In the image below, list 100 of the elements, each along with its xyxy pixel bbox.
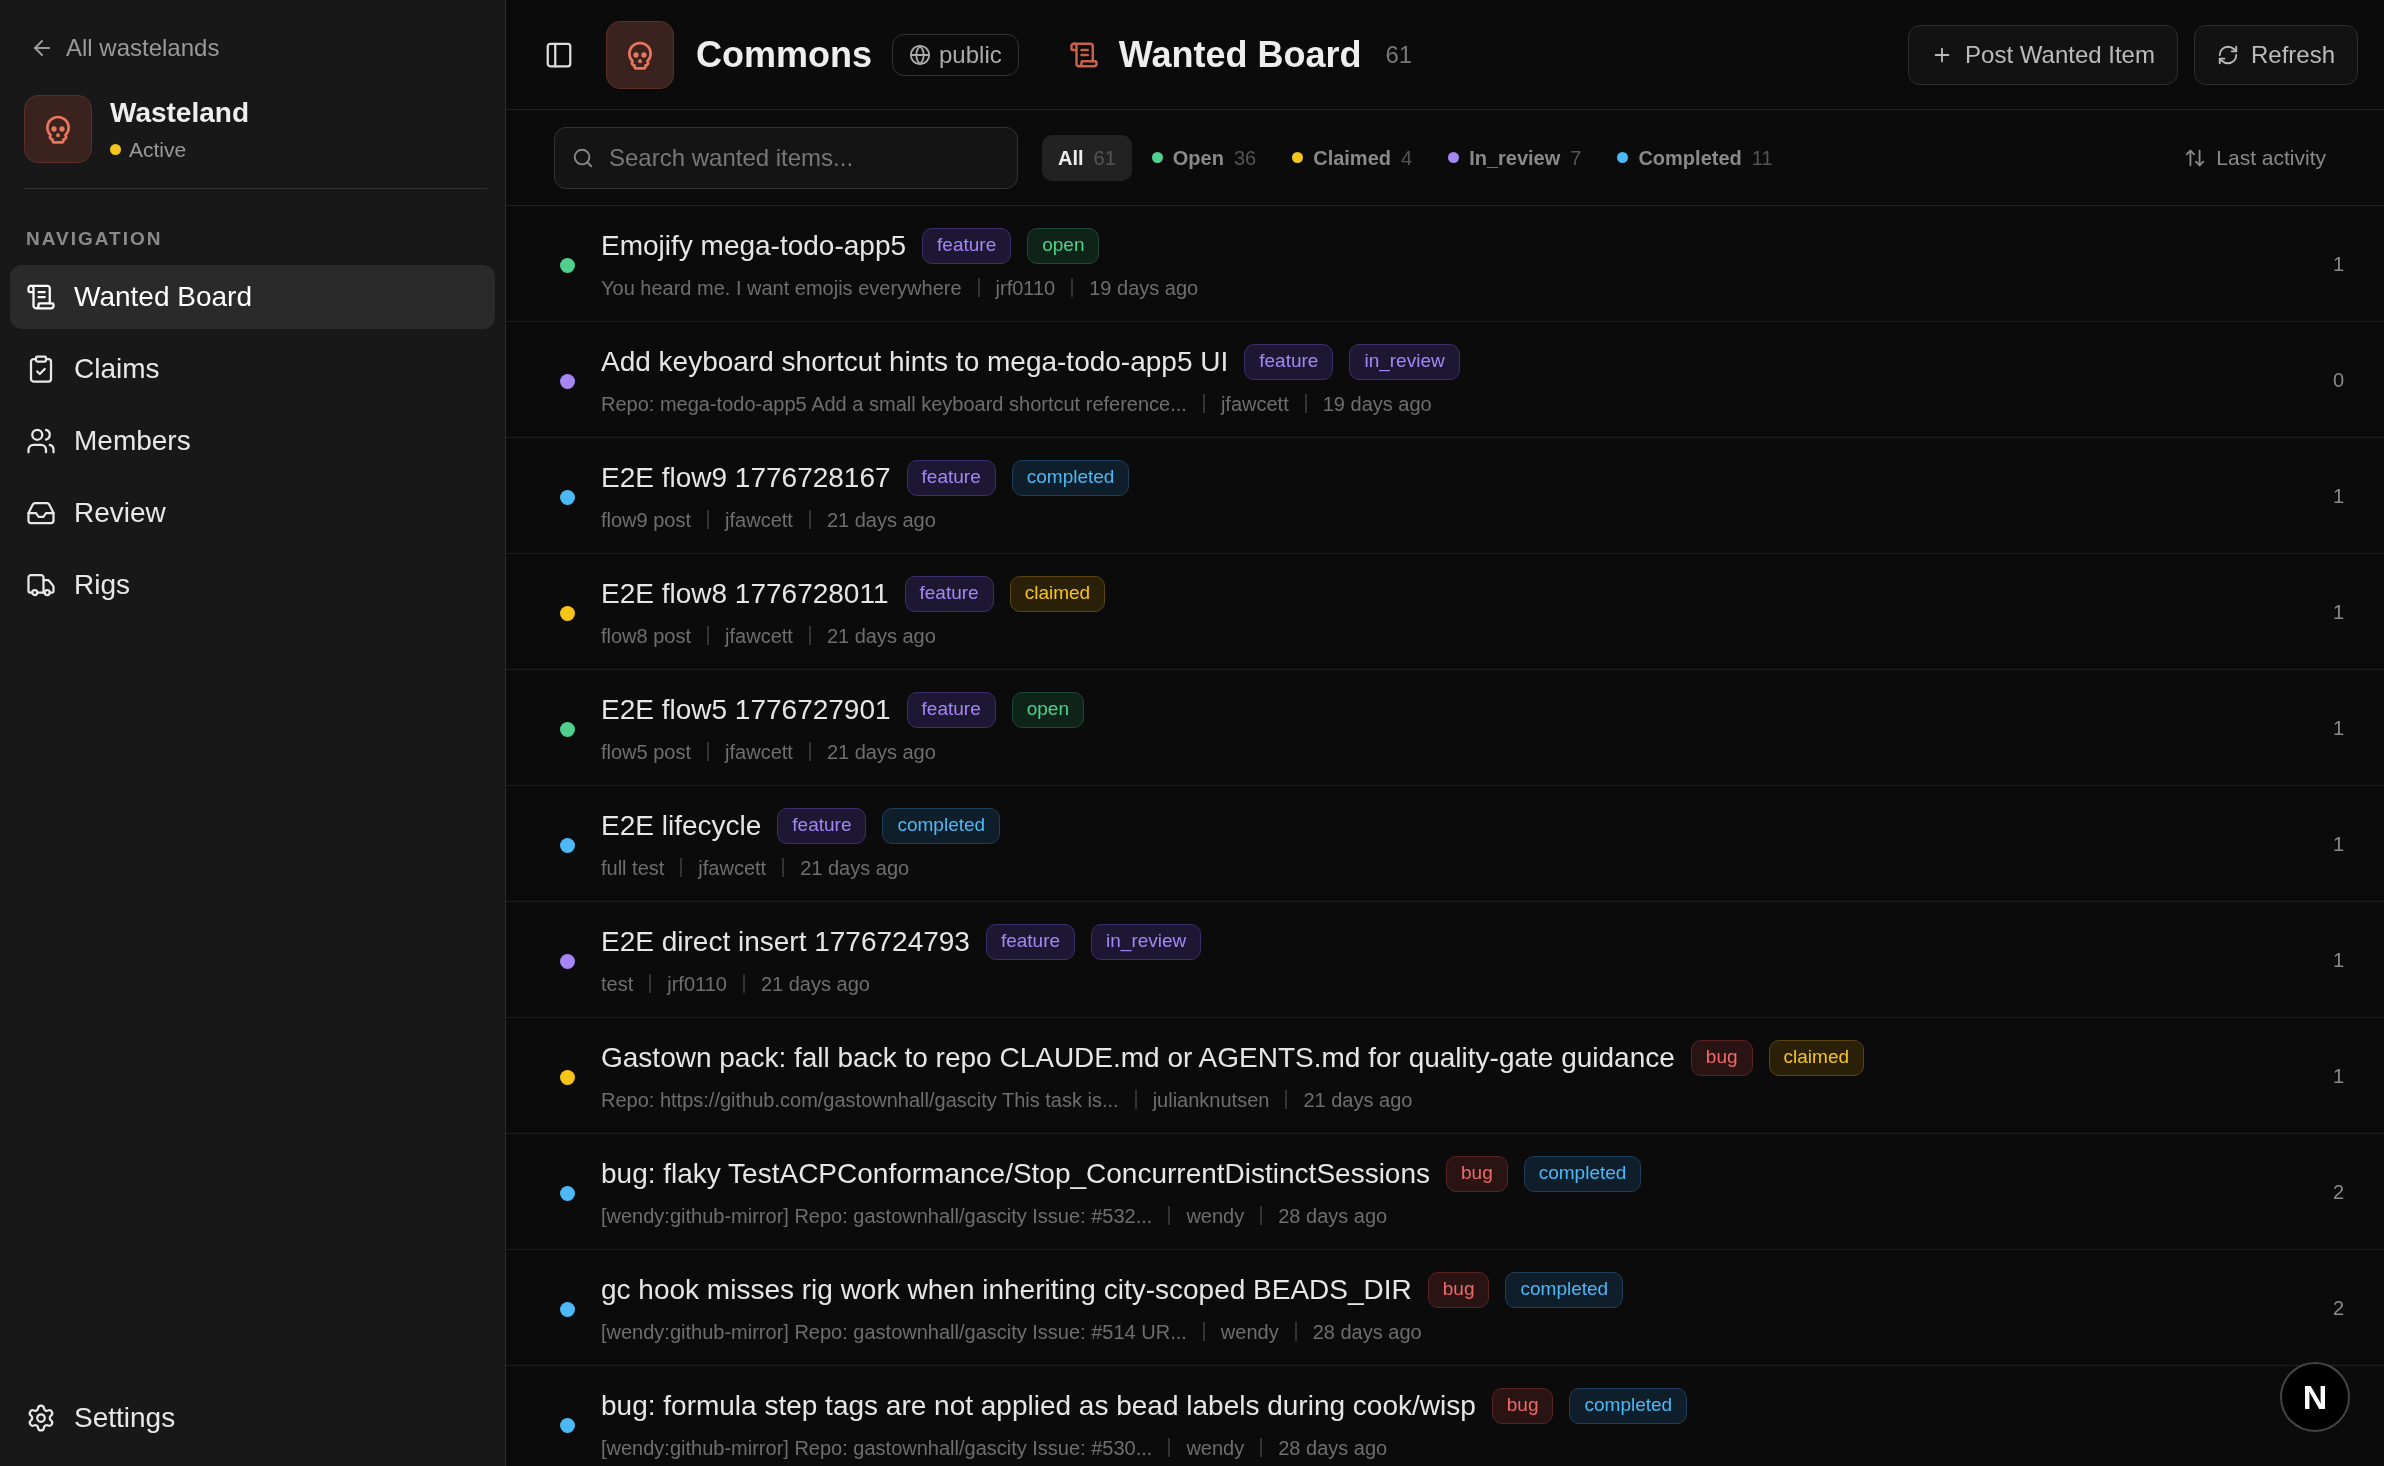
item-count: 2 xyxy=(2332,1179,2344,1205)
tag: feature xyxy=(922,227,1012,264)
settings-link[interactable]: Settings xyxy=(10,1388,495,1448)
item-time: 21 days ago xyxy=(1303,1087,1413,1113)
filter-tab[interactable]: Completed 11 xyxy=(1601,134,1789,181)
item-count: 1 xyxy=(2332,715,2344,741)
workspace-name: Wasteland xyxy=(110,96,249,130)
item-count: 1 xyxy=(2332,599,2344,625)
item-count: 1 xyxy=(2332,1063,2344,1089)
globe-icon xyxy=(909,43,931,66)
visibility-badge: public xyxy=(892,33,1019,76)
tag: feature xyxy=(985,923,1076,960)
item-count: 1 xyxy=(2332,831,2344,857)
item-author: jfawcett xyxy=(725,739,793,765)
tag: bug xyxy=(1427,1271,1490,1308)
tag: in_review xyxy=(1349,343,1460,380)
item-count: 0 xyxy=(2332,367,2344,393)
item-count: 61 xyxy=(1385,39,1413,70)
nav-item[interactable]: Review xyxy=(10,481,495,545)
item-author: jfawcett xyxy=(1220,391,1289,417)
workspace-status: Active xyxy=(129,137,187,163)
nav-item[interactable]: Members xyxy=(10,409,495,473)
sort-button[interactable]: Last activity xyxy=(2184,141,2326,174)
item-title[interactable]: E2E lifecycle xyxy=(601,804,762,847)
skull-logo-icon xyxy=(24,94,92,163)
tag: bug xyxy=(1690,1039,1753,1076)
refresh-button[interactable]: Refresh xyxy=(2193,24,2358,85)
item-description: flow5 post xyxy=(601,739,692,765)
item-author: wendy xyxy=(1220,1319,1279,1345)
section-label: NAVIGATION xyxy=(26,226,164,251)
filter-tab[interactable]: Open 36 xyxy=(1135,134,1273,181)
post-button[interactable]: Post Wanted Item xyxy=(1908,24,2178,85)
refresh-icon xyxy=(2216,43,2239,66)
item-count: 1 xyxy=(2332,483,2344,509)
item-description: Repo: https://github.com/gastownhall/gascity This task is... xyxy=(601,1087,1119,1113)
item-description: flow9 post xyxy=(601,507,692,533)
item-description: You heard me. I want emojis everywhere xyxy=(601,275,962,301)
page-title: Wanted Board xyxy=(1118,32,1362,77)
tag: completed xyxy=(1505,1271,1624,1308)
item-author: jfawcett xyxy=(698,855,767,881)
tag: feature xyxy=(906,459,996,496)
item-time: 21 days ago xyxy=(826,623,936,649)
item-time: 28 days ago xyxy=(1278,1203,1388,1229)
item-author: julianknutsen xyxy=(1152,1087,1270,1113)
tag: feature xyxy=(904,575,994,612)
nav-item[interactable]: Wanted Board xyxy=(10,265,495,329)
item-title[interactable]: Emojify mega-todo-app5 xyxy=(601,224,907,267)
item-time: 21 days ago xyxy=(826,507,936,533)
item-title[interactable]: bug: formula step tags are not applied as bead labels during cook/wisp xyxy=(601,1384,1476,1427)
item-count: 1 xyxy=(2332,251,2344,277)
floating-badge[interactable]: N xyxy=(2280,1362,2350,1432)
tag: feature xyxy=(906,691,996,728)
skull-logo-icon xyxy=(606,20,674,89)
item-title[interactable]: E2E flow9 1776728167 xyxy=(601,456,891,499)
nav-item[interactable]: Rigs xyxy=(10,553,495,617)
item-time: 19 days ago xyxy=(1322,391,1432,417)
item-title[interactable]: E2E flow5 1776727901 xyxy=(601,688,891,731)
item-author: wendy xyxy=(1186,1203,1245,1229)
tag: bug xyxy=(1446,1155,1508,1192)
item-description: [wendy:github-mirror] Repo: gastownhall/gascity Issue: #514 UR... xyxy=(601,1319,1187,1345)
tag: completed xyxy=(882,807,1001,844)
item-time: 28 days ago xyxy=(1278,1435,1388,1461)
tag: bug xyxy=(1491,1387,1554,1424)
item-title[interactable]: Add keyboard shortcut hints to mega-todo-app5 UI xyxy=(601,340,1229,383)
item-count: 1 xyxy=(2332,947,2344,973)
item-title[interactable]: bug: flaky TestACPConformance/Stop_ConcurrentDistinctSessions xyxy=(601,1152,1430,1195)
tag: completed xyxy=(1569,1387,1688,1424)
nav-item[interactable]: Claims xyxy=(10,337,495,401)
item-time: 21 days ago xyxy=(826,739,936,765)
tag: open xyxy=(1011,691,1084,728)
item-description: full test xyxy=(601,855,665,881)
item-author: jrf0110 xyxy=(667,971,727,997)
search-field[interactable]: Search wanted items... xyxy=(554,126,1018,189)
item-count: 2 xyxy=(2332,1295,2344,1321)
item-author: wendy xyxy=(1186,1435,1245,1461)
item-author: jfawcett xyxy=(725,507,793,533)
item-title[interactable]: E2E direct insert 1776724793 xyxy=(601,920,970,963)
tag: feature xyxy=(777,807,867,844)
back-link[interactable]: All wastelands xyxy=(30,30,495,66)
item-time: 21 days ago xyxy=(800,855,910,881)
item-description: Repo: mega-todo-app5 Add a small keyboard shortcut reference... xyxy=(601,391,1187,417)
tag: completed xyxy=(1523,1155,1642,1192)
item-author: jrf0110 xyxy=(995,275,1056,301)
scroll-icon xyxy=(26,282,56,312)
tag: completed xyxy=(1011,459,1130,496)
search-icon xyxy=(572,146,594,169)
item-author: jfawcett xyxy=(725,623,793,649)
tag: feature xyxy=(1244,343,1334,380)
item-description: [wendy:github-mirror] Repo: gastownhall/gascity Issue: #532... xyxy=(601,1203,1153,1229)
users-icon xyxy=(26,426,56,456)
tag: claimed xyxy=(1009,575,1106,612)
item-time: 28 days ago xyxy=(1312,1319,1422,1345)
filter-tab[interactable]: In_review 7 xyxy=(1432,134,1598,181)
item-title[interactable]: E2E flow8 1776728011 xyxy=(601,572,889,615)
filter-tab[interactable]: Claimed 4 xyxy=(1276,134,1429,181)
tag: claimed xyxy=(1768,1039,1865,1076)
item-time: 19 days ago xyxy=(1089,275,1199,301)
item-time: 21 days ago xyxy=(760,971,870,997)
item-title[interactable]: gc hook misses rig work when inheriting city-scoped BEADS_DIR xyxy=(601,1268,1412,1311)
item-title[interactable]: Gastown pack: fall back to repo CLAUDE.md or AGENTS.md for quality-gate guidance xyxy=(601,1036,1675,1079)
